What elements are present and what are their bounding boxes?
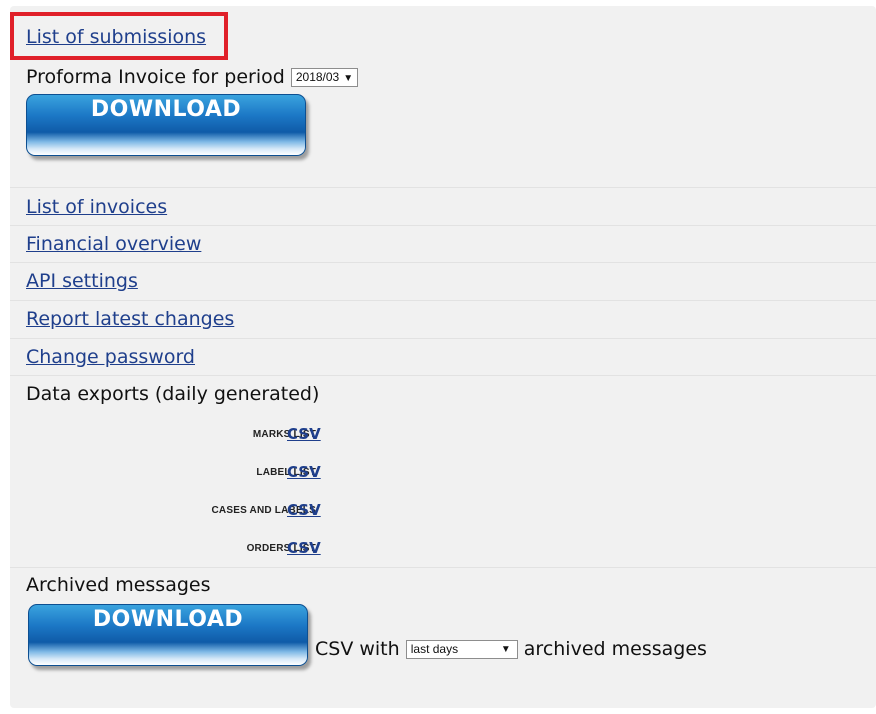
invoices-row: List of invoices bbox=[26, 196, 876, 218]
exports-title: Data exports (daily generated) bbox=[26, 383, 320, 405]
financial-row: Financial overview bbox=[26, 233, 876, 255]
change-password-link[interactable]: Change password bbox=[26, 346, 195, 368]
password-row: Change password bbox=[26, 346, 876, 368]
financial-overview-link[interactable]: Financial overview bbox=[26, 233, 201, 255]
download-label: DOWNLOAD bbox=[90, 97, 242, 122]
csv-prefix: CSV with bbox=[315, 638, 400, 660]
orders-csv-link[interactable]: CSV bbox=[287, 539, 321, 557]
days-select[interactable]: last days ▼ bbox=[405, 640, 518, 659]
archived-csv-row: CSV with last days ▼ archived messages bbox=[315, 638, 876, 660]
dropdown-arrow-icon: ▼ bbox=[500, 644, 511, 655]
label-csv-link[interactable]: CSV bbox=[287, 463, 321, 481]
days-value: last days bbox=[410, 642, 459, 656]
report-row: Report latest changes bbox=[26, 308, 876, 330]
divider bbox=[10, 187, 876, 188]
archived-title: Archived messages bbox=[26, 574, 211, 596]
archived-download-button[interactable]: DOWNLOAD bbox=[28, 604, 308, 666]
period-value: 2018/03 bbox=[295, 70, 340, 84]
divider bbox=[10, 300, 876, 301]
list-of-submissions-link[interactable]: List of submissions bbox=[26, 26, 206, 48]
download-label: DOWNLOAD bbox=[92, 607, 244, 632]
cases-csv-link[interactable]: CSV bbox=[287, 501, 321, 519]
divider bbox=[10, 567, 876, 568]
marks-csv-link[interactable]: CSV bbox=[287, 425, 321, 443]
report-latest-changes-link[interactable]: Report latest changes bbox=[26, 308, 234, 330]
api-row: API settings bbox=[26, 270, 876, 292]
account-panel: List of submissions Proforma Invoice for… bbox=[10, 6, 876, 708]
csv-suffix: archived messages bbox=[523, 638, 707, 660]
proforma-label: Proforma Invoice for period bbox=[26, 66, 285, 88]
proforma-row: Proforma Invoice for period 2018/03 ▼ bbox=[26, 66, 876, 88]
dropdown-arrow-icon: ▼ bbox=[343, 73, 354, 84]
proforma-download-button[interactable]: DOWNLOAD bbox=[26, 94, 306, 156]
divider bbox=[10, 262, 876, 263]
divider bbox=[10, 375, 876, 376]
divider bbox=[10, 338, 876, 339]
list-of-invoices-link[interactable]: List of invoices bbox=[26, 196, 167, 218]
divider bbox=[10, 225, 876, 226]
api-settings-link[interactable]: API settings bbox=[26, 270, 138, 292]
period-select[interactable]: 2018/03 ▼ bbox=[290, 68, 359, 87]
submissions-row: List of submissions bbox=[26, 26, 876, 48]
